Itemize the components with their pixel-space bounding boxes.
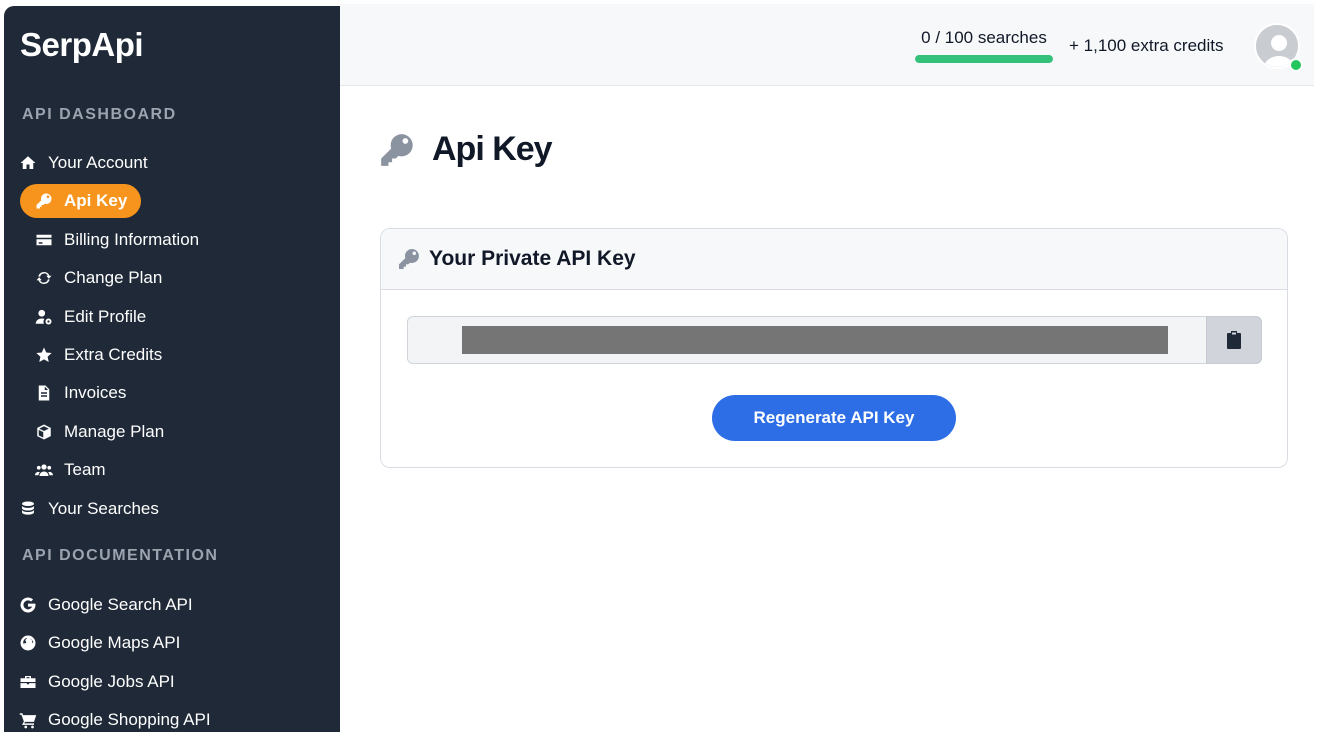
extra-credits-text: + 1,100 extra credits [1069, 36, 1224, 55]
card-header: Your Private API Key [381, 229, 1287, 290]
shopping-cart-icon [18, 710, 38, 730]
key-icon [399, 248, 419, 269]
credit-card-icon [34, 230, 54, 250]
file-invoice-icon [34, 383, 54, 403]
box-icon [34, 422, 54, 442]
sidebar-item-label: Invoices [64, 383, 127, 402]
search-usage-progress [915, 55, 1053, 63]
sidebar-item-google-maps-api[interactable]: Google Maps API [18, 626, 180, 660]
sidebar-item-change-plan[interactable]: Change Plan [34, 261, 162, 295]
logo[interactable]: SerpApi [20, 26, 144, 64]
key-icon [381, 133, 413, 166]
google-icon [18, 595, 38, 615]
sidebar-item-label: Google Jobs API [48, 672, 175, 691]
sidebar-item-billing-information[interactable]: Billing Information [34, 223, 199, 257]
sidebar-item-label: Manage Plan [64, 422, 165, 441]
sidebar: SerpApi API DASHBOARD Your Account Api K… [4, 6, 340, 732]
api-key-redacted [462, 326, 1168, 354]
sidebar-item-label: Change Plan [64, 268, 163, 287]
clipboard-icon [1227, 331, 1241, 349]
sidebar-item-extra-credits[interactable]: Extra Credits [34, 338, 162, 372]
search-usage: 0 / 100 searches [915, 28, 1053, 63]
sync-icon [34, 268, 54, 288]
database-icon [18, 499, 38, 519]
sidebar-item-edit-profile[interactable]: Edit Profile [34, 300, 146, 334]
star-icon [34, 345, 54, 365]
page-header: Api Key [378, 130, 553, 169]
section-title-docs: API DOCUMENTATION [22, 547, 219, 564]
search-usage-text: 0 / 100 searches [921, 28, 1047, 47]
sidebar-item-label: Your Searches [48, 499, 159, 518]
sidebar-item-team[interactable]: Team [34, 453, 106, 487]
users-icon [34, 460, 54, 480]
sidebar-item-google-search-api[interactable]: Google Search API [18, 588, 193, 622]
sidebar-item-label: Google Maps API [48, 633, 181, 652]
key-icon [34, 191, 54, 211]
copy-api-key-button[interactable] [1206, 316, 1262, 364]
sidebar-item-label: Team [64, 460, 106, 479]
sidebar-item-label: Edit Profile [64, 307, 147, 326]
card-title: Your Private API Key [429, 247, 636, 270]
sidebar-item-invoices[interactable]: Invoices [34, 376, 126, 410]
sidebar-item-api-key[interactable]: Api Key [20, 184, 142, 218]
sidebar-item-your-account[interactable]: Your Account [18, 146, 148, 180]
sidebar-item-label: Google Shopping API [48, 710, 211, 729]
home-icon [18, 153, 38, 173]
online-status-indicator [1289, 58, 1303, 72]
sidebar-item-manage-plan[interactable]: Manage Plan [34, 415, 164, 449]
sidebar-item-your-searches[interactable]: Your Searches [18, 492, 159, 526]
api-key-input-group [407, 316, 1262, 364]
sidebar-item-google-shopping-api[interactable]: Google Shopping API [18, 703, 211, 732]
sidebar-item-label: Api Key [64, 191, 128, 210]
user-cog-icon [34, 307, 54, 327]
briefcase-icon [18, 672, 38, 692]
sidebar-item-label: Google Search API [48, 595, 193, 614]
search-usage-progress-fill [915, 55, 1053, 63]
sidebar-item-google-jobs-api[interactable]: Google Jobs API [18, 665, 175, 699]
sidebar-item-label: Billing Information [64, 230, 200, 249]
top-bar: 0 / 100 searches + 1,100 extra credits [340, 4, 1314, 86]
regenerate-api-key-button[interactable]: Regenerate API Key [712, 395, 956, 441]
private-api-key-card: Your Private API Key Regenerate API Key [380, 228, 1288, 468]
sidebar-item-label: Extra Credits [64, 345, 163, 364]
api-key-field[interactable] [407, 316, 1206, 364]
page-title: Api Key [432, 130, 553, 168]
globe-icon [18, 633, 38, 653]
sidebar-item-label: Your Account [48, 153, 148, 172]
section-title-dashboard: API DASHBOARD [22, 106, 177, 123]
